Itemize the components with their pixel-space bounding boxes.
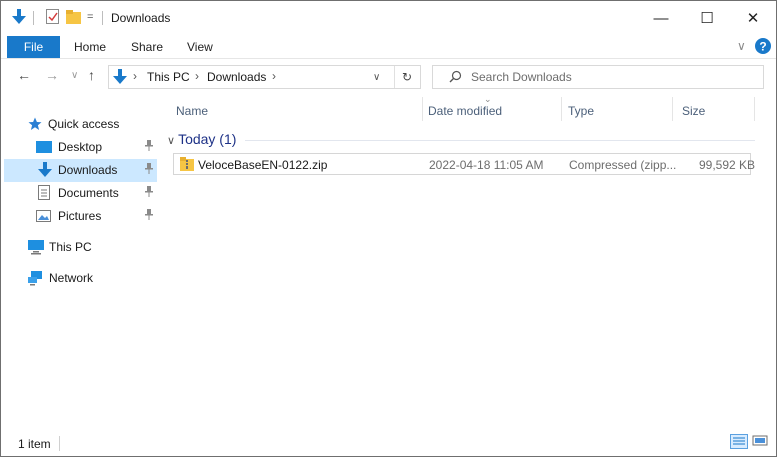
navigation-bar: ← → ∨ ↑ › This PC › Downloads › ∨ ↻ Sear… [1,59,776,93]
zip-folder-icon [180,156,195,175]
file-type: Compressed (zipp... [569,158,677,172]
item-count: 1 item [18,437,51,451]
breadcrumb-downloads[interactable]: Downloads [207,70,266,84]
help-icon[interactable]: ? [755,38,771,57]
network-icon [28,271,44,289]
navigation-pane: Quick access Desktop Downloads Documents… [2,93,159,426]
file-name[interactable]: VeloceBaseEN-0122.zip [198,158,327,172]
group-divider [245,140,755,141]
sidebar-item-this-pc[interactable]: This PC [4,236,157,259]
address-divider [394,66,395,88]
large-icons-view-icon[interactable] [752,434,770,449]
chevron-down-icon: ∨ [167,135,176,147]
address-bar[interactable]: › This PC › Downloads › ∨ ↻ [108,65,421,89]
downloads-icon [38,162,52,181]
file-explorer-window: = Downloads — ☐ ✕ File Home Share View ∨… [0,0,777,457]
title-bar: = Downloads — ☐ ✕ [1,1,776,35]
group-header-today[interactable]: ∨ Today (1) [167,131,236,147]
star-icon [28,117,42,134]
file-date-modified: 2022-04-18 11:05 AM [429,158,544,172]
tab-view[interactable]: View [187,40,213,54]
sidebar-item-desktop[interactable]: Desktop [4,136,157,159]
ribbon-tabs: File Home Share View ∨ ? [1,35,776,59]
downloads-arrow-icon [12,9,26,28]
tab-file[interactable]: File [7,36,60,58]
sidebar-item-quick-access[interactable]: Quick access [4,113,157,136]
sidebar-item-network[interactable]: Network [4,267,157,290]
breadcrumb-separator: › [133,69,137,83]
back-button[interactable]: ← [17,67,31,83]
pin-icon[interactable] [144,186,154,201]
title-separator [33,11,34,25]
title-separator [102,11,103,25]
sidebar-item-label: Desktop [58,140,103,154]
sidebar-item-downloads[interactable]: Downloads [4,159,157,182]
status-bar: 1 item [1,426,776,456]
qat-dropdown-icon[interactable]: = [87,11,93,23]
search-box[interactable]: Search Downloads [432,65,764,89]
this-pc-icon [28,240,44,258]
help-glyph: ? [759,40,766,54]
pictures-icon [36,209,52,226]
breadcrumb-separator: › [272,69,276,83]
desktop-icon [36,140,52,157]
tab-home[interactable]: Home [74,40,106,54]
pin-icon[interactable] [144,163,154,178]
maximize-button[interactable]: ☐ [684,1,730,35]
sidebar-item-label: Pictures [58,209,102,223]
up-button[interactable]: ↑ [88,67,95,83]
expand-ribbon-icon[interactable]: ∨ [737,39,746,53]
column-divider[interactable] [422,97,423,121]
file-size: 99,592 KB [699,158,756,172]
sidebar-item-label: This PC [49,240,92,254]
column-divider[interactable] [754,97,755,121]
refresh-button[interactable]: ↻ [402,70,412,84]
sidebar-item-label: Network [49,271,94,285]
sidebar-item-label: Quick access [48,117,120,131]
status-separator [59,436,60,451]
column-header-type[interactable]: Type [568,104,594,118]
sidebar-item-documents[interactable]: Documents [4,182,157,205]
column-header-size[interactable]: Size [682,104,705,118]
search-icon [449,70,462,86]
file-list: Name ⌄ Date modified Type Size ∨ Today (1… [163,93,776,426]
file-row[interactable]: VeloceBaseEN-0122.zip 2022-04-18 11:05 A… [173,153,755,175]
forward-button[interactable]: → [45,67,59,83]
window-title: Downloads [111,11,171,25]
tab-share[interactable]: Share [131,40,163,54]
column-header-date-modified[interactable]: Date modified [428,104,502,118]
column-divider[interactable] [672,97,673,121]
downloads-arrow-icon [113,69,127,88]
details-view-icon[interactable] [730,434,748,449]
search-input[interactable]: Search Downloads [471,70,572,84]
breadcrumb-this-pc[interactable]: This PC [147,70,190,84]
pin-icon[interactable] [144,140,154,155]
address-dropdown-icon[interactable]: ∨ [373,72,380,83]
minimize-button[interactable]: — [638,1,684,35]
column-header-name[interactable]: Name [176,104,208,118]
sidebar-item-label: Downloads [58,163,118,177]
close-button[interactable]: ✕ [730,1,776,35]
sidebar-item-pictures[interactable]: Pictures [4,205,157,228]
pin-icon[interactable] [144,209,154,224]
breadcrumb-separator: › [195,69,199,83]
documents-icon [38,185,51,204]
column-divider[interactable] [561,97,562,121]
recent-locations-button[interactable]: ∨ [71,70,78,81]
sidebar-item-label: Documents [58,186,119,200]
new-folder-icon[interactable] [66,9,82,28]
properties-icon[interactable] [46,9,60,28]
group-label: Today (1) [178,131,237,147]
